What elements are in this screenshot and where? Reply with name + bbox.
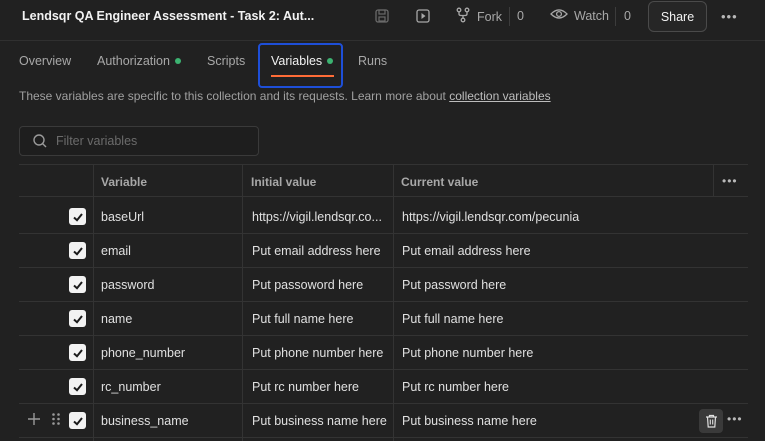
eye-icon bbox=[550, 7, 568, 24]
enable-checkbox[interactable] bbox=[69, 310, 86, 327]
initial-value-cell[interactable]: Put phone number here bbox=[252, 346, 388, 360]
initial-value-cell[interactable]: Put full name here bbox=[252, 312, 388, 326]
collection-title[interactable]: Lendsqr QA Engineer Assessment - Task 2:… bbox=[22, 9, 314, 23]
current-value-cell[interactable]: Put rc number here bbox=[402, 380, 662, 394]
table-row[interactable]: phone_number Put phone number here Put pho… bbox=[19, 336, 748, 370]
tab-overview[interactable]: Overview bbox=[19, 54, 71, 68]
collection-header: Lendsqr QA Engineer Assessment - Task 2:… bbox=[0, 0, 765, 33]
variable-name-cell[interactable]: name bbox=[101, 312, 241, 326]
column-header-initial-value: Initial value bbox=[251, 175, 317, 189]
column-header-current-value: Current value bbox=[401, 175, 479, 189]
table-row[interactable]: password Put passoword here Put password h… bbox=[19, 268, 748, 302]
search-icon bbox=[32, 133, 48, 149]
column-header-variable: Variable bbox=[101, 175, 148, 189]
collection-variables-link[interactable]: collection variables bbox=[449, 89, 550, 103]
current-value-cell[interactable]: Put full name here bbox=[402, 312, 662, 326]
row-more-icon[interactable]: ••• bbox=[727, 412, 743, 426]
more-options-icon[interactable]: ••• bbox=[721, 9, 738, 24]
initial-value-cell[interactable]: Put passoword here bbox=[252, 278, 388, 292]
watch-label: Watch bbox=[574, 8, 609, 23]
column-divider bbox=[713, 164, 714, 197]
fork-label: Fork bbox=[477, 9, 502, 24]
variables-description: These variables are specific to this col… bbox=[19, 89, 551, 103]
fork-count[interactable]: 0 bbox=[517, 9, 524, 23]
table-row[interactable]: ••• business_name Put business name here Pu… bbox=[19, 404, 748, 438]
watch-button[interactable]: Watch bbox=[550, 7, 609, 24]
enable-checkbox[interactable] bbox=[69, 242, 86, 259]
current-value-cell[interactable]: Put business name here bbox=[402, 414, 662, 428]
tab-runs[interactable]: Runs bbox=[358, 54, 387, 68]
add-icon[interactable] bbox=[27, 412, 41, 431]
watch-count[interactable]: 0 bbox=[624, 9, 631, 23]
current-value-cell[interactable]: Put phone number here bbox=[402, 346, 662, 360]
variable-name-cell[interactable]: baseUrl bbox=[101, 210, 241, 224]
share-button[interactable]: Share bbox=[648, 1, 707, 32]
header-divider bbox=[0, 40, 765, 41]
filter-variables-input[interactable] bbox=[56, 134, 246, 148]
table-more-icon[interactable]: ••• bbox=[722, 174, 738, 188]
variable-name-cell[interactable]: password bbox=[101, 278, 241, 292]
current-value-cell[interactable]: https://vigil.lendsqr.com/pecunia bbox=[402, 210, 662, 224]
table-row[interactable]: email Put email address here Put email add… bbox=[19, 234, 748, 268]
divider bbox=[509, 7, 510, 26]
enable-checkbox[interactable] bbox=[69, 412, 86, 429]
table-header: Variable Initial value Current value ••• bbox=[19, 164, 748, 197]
variable-name-cell[interactable]: email bbox=[101, 244, 241, 258]
table-row[interactable]: baseUrl https://vigil.lendsqr.co... https:… bbox=[19, 200, 748, 234]
annotation-highlight bbox=[258, 43, 343, 88]
delete-icon[interactable] bbox=[699, 409, 723, 433]
initial-value-cell[interactable]: https://vigil.lendsqr.co... bbox=[252, 210, 388, 224]
enable-checkbox[interactable] bbox=[69, 344, 86, 361]
current-value-cell[interactable]: Put email address here bbox=[402, 244, 662, 258]
initial-value-cell[interactable]: Put email address here bbox=[252, 244, 388, 258]
tab-authorization[interactable]: Authorization bbox=[97, 54, 181, 68]
filter-variables-field[interactable] bbox=[19, 126, 259, 156]
table-row[interactable]: rc_number Put rc number here Put rc number… bbox=[19, 370, 748, 404]
variable-name-cell[interactable]: rc_number bbox=[101, 380, 241, 394]
initial-value-cell[interactable]: Put rc number here bbox=[252, 380, 388, 394]
drag-handle-icon[interactable] bbox=[51, 412, 61, 431]
initial-value-cell[interactable]: Put business name here bbox=[252, 414, 388, 428]
table-row[interactable]: name Put full name here Put full name here bbox=[19, 302, 748, 336]
enable-checkbox[interactable] bbox=[69, 378, 86, 395]
current-value-cell[interactable]: Put password here bbox=[402, 278, 662, 292]
fork-icon bbox=[455, 7, 471, 26]
divider bbox=[615, 7, 616, 26]
row-tools bbox=[27, 412, 61, 431]
status-dot bbox=[174, 58, 181, 64]
fork-button[interactable]: Fork bbox=[455, 7, 502, 26]
variable-name-cell[interactable]: phone_number bbox=[101, 346, 241, 360]
enable-checkbox[interactable] bbox=[69, 208, 86, 225]
tab-scripts[interactable]: Scripts bbox=[207, 54, 245, 68]
save-icon[interactable] bbox=[373, 7, 391, 25]
variable-name-cell[interactable]: business_name bbox=[101, 414, 241, 428]
run-icon[interactable] bbox=[414, 7, 432, 25]
enable-checkbox[interactable] bbox=[69, 276, 86, 293]
